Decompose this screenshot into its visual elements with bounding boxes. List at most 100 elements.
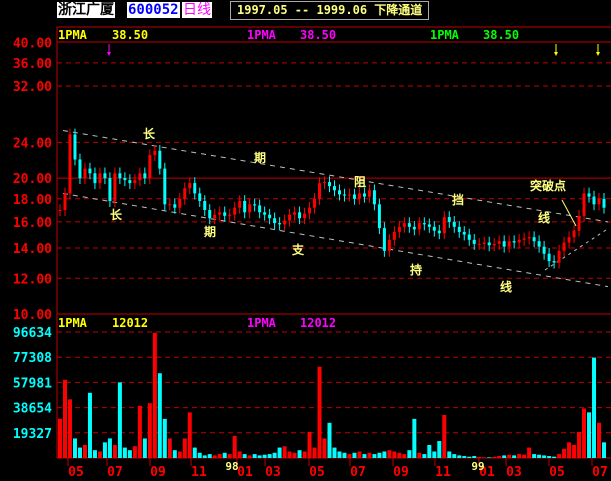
x-tick-label: 05 (309, 465, 325, 480)
volume-bar (592, 357, 597, 458)
candle-body (123, 178, 127, 181)
volume-bar (347, 454, 352, 458)
candle-body (352, 194, 356, 199)
candle-body (298, 212, 302, 219)
candle-body (477, 243, 481, 245)
volume-bar (382, 451, 387, 458)
candle-body (357, 193, 361, 199)
volume-tick-label: 57981 (13, 376, 52, 391)
volume-bar (597, 422, 602, 458)
candle-body (143, 173, 147, 179)
candle-body (492, 243, 496, 246)
volume-bar (487, 457, 492, 458)
candle-body (597, 198, 601, 205)
candle-body (138, 173, 142, 181)
x-tick-label: 07 (592, 465, 608, 480)
volume-bar (217, 454, 222, 458)
candle-body (288, 214, 292, 221)
volume-bar (102, 442, 107, 458)
x-tick-label: 05 (549, 465, 565, 480)
volume-bar (332, 447, 337, 458)
candle-body (487, 242, 491, 246)
volume-bar (412, 418, 417, 458)
volume-bar (417, 452, 422, 458)
volume-bar (152, 332, 157, 458)
candle-body (527, 237, 531, 239)
breakout-annotation: 突破点 (530, 178, 566, 193)
volume-bar (587, 412, 592, 458)
volume-bar (192, 447, 197, 458)
candle-body (303, 213, 307, 219)
candle-body (248, 204, 252, 213)
candle-body (258, 205, 262, 213)
volume-bar (162, 418, 167, 458)
year-marker: 99 (471, 460, 484, 473)
x-tick-label: 01 (237, 465, 253, 480)
volume-bar (117, 382, 122, 458)
support-annotation: 持 (410, 262, 422, 277)
volume-bar (467, 456, 472, 458)
volume-bar (582, 408, 587, 458)
volume-bar (452, 454, 457, 458)
volume-bar (232, 435, 237, 458)
volume-bar (447, 451, 452, 458)
candle-body (238, 200, 242, 208)
volume-bar (432, 451, 437, 458)
volume-bar (537, 454, 542, 458)
candle-body (442, 217, 446, 234)
volume-bar (247, 455, 252, 458)
candle-body (502, 241, 506, 247)
volume-bar (337, 451, 342, 458)
volume-bar (577, 431, 582, 458)
volume-bar (272, 452, 277, 458)
candle-body (128, 180, 132, 184)
price-tick-label: 20.00 (13, 172, 52, 187)
price-tick-label: 16.00 (13, 216, 52, 231)
candle-body (522, 238, 526, 240)
volume-bar (457, 455, 462, 458)
x-tick-label: 05 (68, 465, 84, 480)
volume-bar (62, 379, 67, 458)
price-tick-label: 24.00 (13, 136, 52, 151)
volume-bar (387, 450, 392, 458)
candle-body (542, 246, 546, 254)
volume-bar (472, 456, 477, 458)
candle-body (467, 234, 471, 240)
volume-bar (277, 447, 282, 458)
price-tick-label: 14.00 (13, 242, 52, 257)
candle-body (178, 198, 182, 208)
price-tick-label: 10.00 (13, 308, 52, 323)
candle-body (208, 209, 212, 219)
volume-tick-label: 96634 (13, 326, 52, 341)
volume-bar (437, 441, 442, 458)
candle-body (273, 218, 277, 224)
volume-bar (532, 454, 537, 458)
volume-bar (127, 450, 132, 458)
volume-bar (97, 451, 102, 458)
candle-body (293, 212, 297, 215)
candle-body (447, 217, 451, 222)
candle-body (382, 228, 386, 251)
candle-body (437, 230, 441, 234)
support-annotation: 长 (110, 207, 123, 222)
volume-bar (82, 444, 87, 458)
candle-body (417, 223, 421, 230)
candle-body (223, 212, 227, 216)
volume-bar (242, 454, 247, 458)
volume-bar (267, 454, 272, 458)
volume-bar (357, 451, 362, 458)
price-tick-label: 12.00 (13, 272, 52, 287)
candle-body (193, 183, 197, 194)
candle-body (243, 200, 247, 213)
resistance-annotation: 长 (143, 126, 156, 141)
candle-body (253, 204, 257, 206)
candle-body (427, 224, 431, 227)
candle-body (392, 231, 396, 240)
volume-bar (172, 450, 177, 458)
stock-chart[interactable]: 1PMA 38.50 1PMA 38.50 1PMA 38.50 1PMA 12… (0, 0, 611, 481)
candle-body (592, 196, 596, 205)
candle-body (218, 212, 222, 215)
volume-bar (502, 455, 507, 458)
volume-bar (207, 454, 212, 458)
down-arrow-icon (107, 44, 111, 56)
